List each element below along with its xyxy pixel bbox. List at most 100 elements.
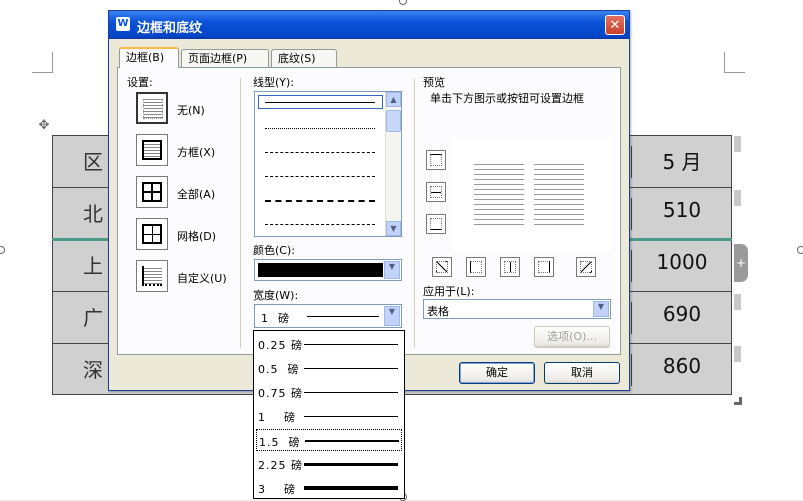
border-right-button[interactable] xyxy=(534,257,554,277)
line-style-label: 线型(Y): xyxy=(253,76,295,89)
selection-handle[interactable] xyxy=(797,246,803,254)
table-cell: 690 xyxy=(631,302,732,334)
chevron-down-icon[interactable]: ▼ xyxy=(384,261,400,279)
line-style-option[interactable] xyxy=(265,152,375,154)
chevron-down-icon[interactable]: ▼ xyxy=(593,301,609,317)
line-style-option[interactable] xyxy=(265,176,375,178)
table-cell: 860 xyxy=(631,354,732,386)
width-option-label: 2.25 磅 xyxy=(258,459,303,472)
border-custom-icon xyxy=(142,266,162,286)
width-option-line xyxy=(304,344,398,345)
setting-grid-button[interactable] xyxy=(136,218,168,250)
border-top-button[interactable] xyxy=(426,150,446,170)
tab-label: 底纹(S) xyxy=(278,52,316,65)
setting-none-button[interactable] xyxy=(136,92,168,124)
border-inside-v-icon xyxy=(504,261,516,273)
line-style-scrollbar[interactable]: ▲ ▼ xyxy=(385,92,401,236)
tab-label: 页面边框(P) xyxy=(188,52,248,65)
setting-grid-label[interactable]: 网格(D) xyxy=(177,228,216,244)
chevron-down-icon[interactable]: ▼ xyxy=(384,306,400,326)
width-option[interactable]: 2.25 磅 xyxy=(256,453,402,475)
setting-custom-label[interactable]: 自定义(U) xyxy=(177,270,227,286)
setting-none-label[interactable]: 无(N) xyxy=(177,102,205,118)
borders-tab-panel: 设置: 无(N) 方框(X) 全部(A) 网格(D) 自定义(U) 线型(Y): xyxy=(117,67,621,355)
width-option-label: 0.75 磅 xyxy=(258,387,303,400)
add-row-icon[interactable]: + xyxy=(734,244,748,282)
selection-handle[interactable] xyxy=(0,246,5,254)
border-diag-up-button[interactable] xyxy=(576,257,596,277)
preview-label: 预览 xyxy=(423,76,445,89)
border-grid-icon xyxy=(142,224,162,244)
tab-label: 边框(B) xyxy=(126,51,165,64)
row-marker[interactable] xyxy=(734,190,741,206)
app-icon: W xyxy=(116,17,130,31)
selection-handle[interactable] xyxy=(399,0,407,5)
border-bottom-icon xyxy=(430,218,442,230)
table-cell: 510 xyxy=(631,198,732,230)
close-button[interactable]: ✕ xyxy=(605,15,625,35)
setting-all-button[interactable] xyxy=(136,176,168,208)
color-dropdown[interactable]: ▼ xyxy=(254,259,402,281)
scroll-thumb[interactable] xyxy=(386,110,401,132)
border-left-button[interactable] xyxy=(466,257,486,277)
border-middle-h-button[interactable] xyxy=(426,182,446,202)
line-style-option[interactable] xyxy=(265,102,375,104)
cancel-button[interactable]: 取消 xyxy=(544,362,620,384)
options-button[interactable]: 选项(O)... xyxy=(534,326,610,348)
border-right-icon xyxy=(538,261,550,273)
setting-custom-button[interactable] xyxy=(136,260,168,292)
width-option-label: 1.5 磅 xyxy=(259,436,301,449)
width-options-list[interactable]: 0.25 磅 0.5 磅 0.75 磅 1 磅 1.5 磅 2.25 磅 3 磅 xyxy=(253,330,405,499)
border-bottom-button[interactable] xyxy=(426,214,446,234)
table-move-icon[interactable]: ✥ xyxy=(37,119,51,133)
width-option[interactable]: 1.5 磅 xyxy=(256,429,402,451)
scroll-down-icon[interactable]: ▼ xyxy=(386,221,401,236)
row-marker[interactable] xyxy=(734,294,741,310)
width-option[interactable]: 0.25 磅 xyxy=(256,333,402,355)
border-top-icon xyxy=(430,154,442,166)
scroll-up-icon[interactable]: ▲ xyxy=(386,92,401,107)
line-style-option[interactable] xyxy=(265,200,375,203)
width-option[interactable]: 3 磅 xyxy=(256,477,402,498)
dialog-title: 边框和底纹 xyxy=(137,21,203,36)
border-diag-down-button[interactable] xyxy=(432,257,452,277)
line-style-option[interactable] xyxy=(265,128,375,130)
table-resize-icon[interactable] xyxy=(734,397,742,405)
width-sample-line xyxy=(307,316,379,317)
tab-page-border[interactable]: 页面边框(P) xyxy=(181,49,269,67)
apply-to-dropdown[interactable]: 表格 ▼ xyxy=(423,299,611,319)
tab-borders[interactable]: 边框(B) xyxy=(119,47,179,68)
page-corner-mark xyxy=(724,52,745,73)
table-cell: 广 xyxy=(83,306,103,330)
ok-button-label: 确定 xyxy=(486,366,508,379)
width-option[interactable]: 0.75 磅 xyxy=(256,381,402,403)
watermark-blur xyxy=(620,440,803,499)
setting-box-button[interactable] xyxy=(136,134,168,166)
page-corner-mark xyxy=(32,52,53,73)
width-option[interactable]: 0.5 磅 xyxy=(256,357,402,379)
ok-button[interactable]: 确定 xyxy=(459,362,535,384)
width-dropdown[interactable]: 1 磅 ▼ xyxy=(254,304,402,328)
row-marker[interactable] xyxy=(734,346,741,362)
table-cell: 深 xyxy=(83,358,103,382)
line-style-list[interactable]: ▲ ▼ xyxy=(254,91,402,237)
width-option-label: 1 磅 xyxy=(258,411,296,424)
table-cell: 北 xyxy=(83,202,103,226)
row-marker[interactable] xyxy=(734,136,741,152)
setting-all-label[interactable]: 全部(A) xyxy=(177,186,215,202)
line-style-option[interactable] xyxy=(265,224,375,226)
table-cell: 1000 xyxy=(631,250,732,282)
width-option-label: 0.5 磅 xyxy=(258,363,300,376)
table-cell: 上 xyxy=(83,254,103,278)
setting-box-label[interactable]: 方框(X) xyxy=(177,144,215,160)
table-cell: 5 月 xyxy=(631,146,732,178)
border-middle-v-button[interactable] xyxy=(500,257,520,277)
dialog-titlebar[interactable]: W 边框和底纹 ✕ xyxy=(109,11,629,39)
width-option[interactable]: 1 磅 xyxy=(256,405,402,427)
tab-shading[interactable]: 底纹(S) xyxy=(271,49,337,67)
border-box-icon xyxy=(142,140,162,160)
table-cell: 区 xyxy=(83,150,103,174)
width-option-line xyxy=(304,486,398,490)
width-label: 宽度(W): xyxy=(253,289,299,302)
border-preview[interactable] xyxy=(452,138,612,250)
